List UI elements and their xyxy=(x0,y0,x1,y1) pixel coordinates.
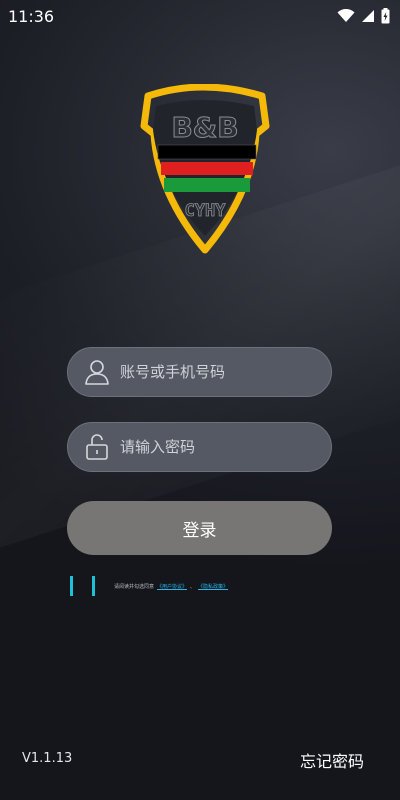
status-time: 11:36 xyxy=(8,6,55,26)
brand-logo-shield: B&B CYHY xyxy=(140,84,270,254)
account-field[interactable] xyxy=(67,347,332,397)
login-button[interactable]: 登录 xyxy=(67,501,332,555)
agreement-prefix: 请阅读并勾选同意 xyxy=(114,583,155,590)
agreement-checkbox-left[interactable] xyxy=(70,576,73,596)
password-field[interactable] xyxy=(67,422,332,472)
logo-text-top: B&B xyxy=(171,111,238,144)
battery-charging-icon xyxy=(381,8,390,24)
status-bar: 11:36 xyxy=(0,0,400,32)
logo-text-bottom: CYHY xyxy=(185,201,227,221)
agreement-separator: 、 xyxy=(190,583,196,590)
user-icon xyxy=(85,360,109,385)
app-version: V1.1.13 xyxy=(22,751,73,766)
user-agreement-link[interactable]: 《用户协议》 xyxy=(157,583,187,590)
login-screen: 11:36 B&B CYHY 账号或手机号码 登录 请阅读并勾选同意 《用户协议… xyxy=(0,0,400,800)
status-icons xyxy=(337,8,390,24)
forgot-password-link[interactable]: 忘记密码 xyxy=(300,748,364,772)
signal-icon xyxy=(362,10,374,22)
password-input[interactable] xyxy=(120,438,331,456)
privacy-policy-link[interactable]: 《隐私政策》 xyxy=(198,583,228,590)
unlock-icon xyxy=(86,434,108,460)
agreement-row: 请阅读并勾选同意 《用户协议》 、 《隐私政策》 xyxy=(70,575,228,597)
account-input[interactable] xyxy=(120,363,331,381)
agreement-checkbox-right[interactable] xyxy=(92,576,95,596)
wifi-icon xyxy=(337,9,355,22)
agreement-text: 请阅读并勾选同意 《用户协议》 、 《隐私政策》 xyxy=(114,583,228,590)
